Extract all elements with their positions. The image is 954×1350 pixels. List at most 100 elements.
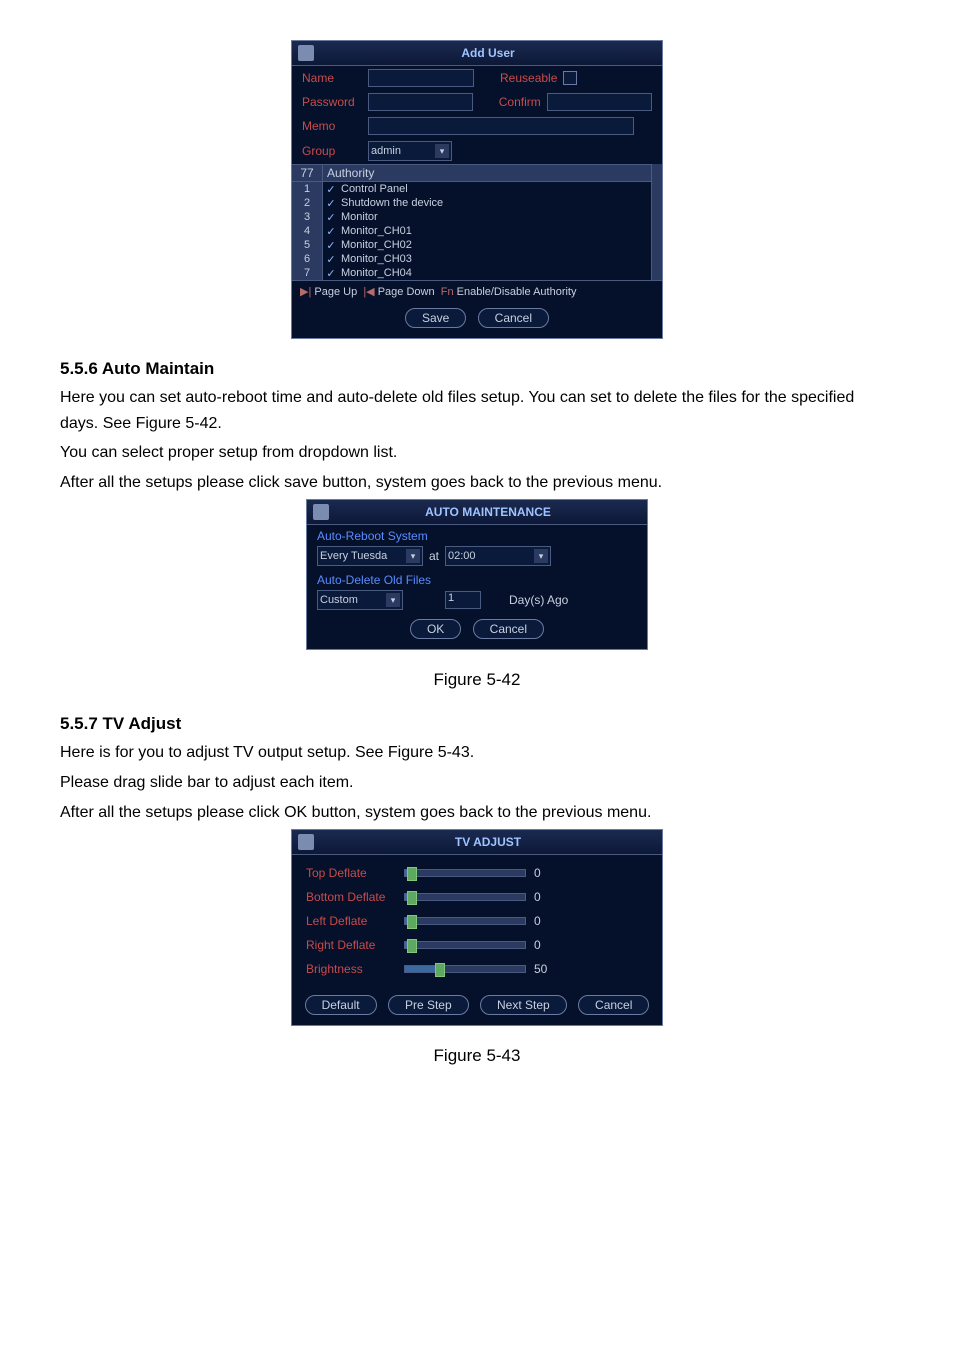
slider-thumb[interactable] xyxy=(407,939,417,953)
check-icon[interactable]: ✓ xyxy=(323,211,339,224)
authority-row[interactable]: 4✓Monitor_CH01 xyxy=(292,224,651,238)
fn-key-icon: Fn xyxy=(441,286,454,298)
auto-maintenance-titlebar: AUTO MAINTENANCE xyxy=(307,500,647,525)
section-557-p3: After all the setups please click OK but… xyxy=(60,800,894,826)
slider-label: Bottom Deflate xyxy=(306,890,396,904)
memo-label: Memo xyxy=(302,119,362,133)
slider-row: Top Deflate 0 xyxy=(292,861,662,885)
section-557-p2: Please drag slide bar to adjust each ite… xyxy=(60,770,894,796)
slider[interactable] xyxy=(404,965,526,973)
auto-reboot-label: Auto-Reboot System xyxy=(307,525,647,543)
reboot-time-value: 02:00 xyxy=(448,550,530,562)
authority-count: 77 xyxy=(292,165,323,181)
authority-row-text: Monitor_CH03 xyxy=(339,252,651,266)
slider-row: Left Deflate0 xyxy=(292,909,662,933)
slider-thumb[interactable] xyxy=(407,891,417,905)
authority-row[interactable]: 5✓Monitor_CH02 xyxy=(292,238,651,252)
authority-row-num: 3 xyxy=(292,210,323,224)
authority-row[interactable]: 7✓Monitor_CH04 xyxy=(292,266,651,280)
authority-row-text: Monitor xyxy=(339,210,651,224)
slider[interactable] xyxy=(404,869,526,877)
figure-5-43-caption: Figure 5-43 xyxy=(60,1046,894,1066)
authority-header-label: Authority xyxy=(323,165,651,181)
save-button[interactable]: Save xyxy=(405,308,466,328)
authority-row[interactable]: 6✓Monitor_CH03 xyxy=(292,252,651,266)
section-556-heading: 5.5.6 Auto Maintain xyxy=(60,359,894,379)
pre-step-button[interactable]: Pre Step xyxy=(388,995,469,1015)
add-user-title: Add User xyxy=(320,46,656,60)
slider-thumb[interactable] xyxy=(435,963,445,977)
slider[interactable] xyxy=(404,941,526,949)
check-icon[interactable]: ✓ xyxy=(323,225,339,238)
add-user-dialog: Add User Name Reuseable Password Confirm… xyxy=(291,40,663,339)
auto-maintenance-dialog: AUTO MAINTENANCE Auto-Reboot System Ever… xyxy=(306,499,648,650)
authority-row-text: Control Panel xyxy=(339,182,651,196)
slider-value: 0 xyxy=(534,866,558,880)
reuseable-checkbox[interactable] xyxy=(563,71,577,85)
tv-adjust-titlebar: TV ADJUST xyxy=(292,830,662,855)
section-557-heading: 5.5.7 TV Adjust xyxy=(60,714,894,734)
check-icon[interactable]: ✓ xyxy=(323,253,339,266)
authority-row-text: Monitor_CH01 xyxy=(339,224,651,238)
default-button[interactable]: Default xyxy=(305,995,377,1015)
slider-thumb[interactable] xyxy=(407,915,417,929)
section-557-p1: Here is for you to adjust TV output setu… xyxy=(60,740,894,766)
tv-icon xyxy=(298,834,314,850)
auto-delete-label: Auto-Delete Old Files xyxy=(307,569,647,587)
authority-row-text: Shutdown the device xyxy=(339,196,651,210)
page-up-label: Page Up xyxy=(314,286,357,298)
slider-label: Top Deflate xyxy=(306,866,396,880)
name-label: Name xyxy=(302,71,362,85)
reuseable-label: Reuseable xyxy=(500,71,557,85)
page-up-key-icon: ▶| xyxy=(300,286,311,298)
authority-row[interactable]: 3✓Monitor xyxy=(292,210,651,224)
group-dropdown[interactable]: admin ▾ xyxy=(368,141,452,161)
reboot-day-dropdown[interactable]: Every Tuesda ▾ xyxy=(317,546,423,566)
authority-row-num: 7 xyxy=(292,266,323,280)
memo-input[interactable] xyxy=(368,117,634,135)
check-icon[interactable]: ✓ xyxy=(323,197,339,210)
authority-row[interactable]: 2✓Shutdown the device xyxy=(292,196,651,210)
user-icon xyxy=(298,45,314,61)
delete-mode-dropdown[interactable]: Custom ▾ xyxy=(317,590,403,610)
slider-row: Brightness 50 xyxy=(292,957,662,981)
slider-value: 0 xyxy=(534,890,558,904)
authority-scrollbar[interactable] xyxy=(651,164,662,280)
check-icon[interactable]: ✓ xyxy=(323,267,339,280)
tv-adjust-dialog: TV ADJUST Top Deflate0Bottom Deflate0Lef… xyxy=(291,829,663,1026)
check-icon[interactable]: ✓ xyxy=(323,183,339,196)
slider-value: 0 xyxy=(534,914,558,928)
confirm-label: Confirm xyxy=(499,95,541,109)
days-input[interactable]: 1 xyxy=(445,591,481,609)
gear-icon xyxy=(313,504,329,520)
slider-label: Brightness xyxy=(306,962,396,976)
ok-button[interactable]: OK xyxy=(410,619,461,639)
check-icon[interactable]: ✓ xyxy=(323,239,339,252)
section-556-p3: After all the setups please click save b… xyxy=(60,470,894,496)
chevron-down-icon: ▾ xyxy=(406,549,420,563)
chevron-down-icon: ▾ xyxy=(386,593,400,607)
authority-row[interactable]: 1✓Control Panel xyxy=(292,182,651,196)
reboot-time-dropdown[interactable]: 02:00 ▾ xyxy=(445,546,551,566)
next-step-button[interactable]: Next Step xyxy=(480,995,567,1015)
slider[interactable] xyxy=(404,893,526,901)
delete-mode-value: Custom xyxy=(320,594,382,606)
authority-row-num: 5 xyxy=(292,238,323,252)
chevron-down-icon: ▾ xyxy=(435,144,449,158)
cancel-button[interactable]: Cancel xyxy=(473,619,544,639)
slider[interactable] xyxy=(404,917,526,925)
days-ago-label: Day(s) Ago xyxy=(509,593,568,607)
cancel-button[interactable]: Cancel xyxy=(578,995,649,1015)
cancel-button[interactable]: Cancel xyxy=(478,308,549,328)
slider-value: 50 xyxy=(534,962,558,976)
password-input[interactable] xyxy=(368,93,473,111)
section-556-p1: Here you can set auto-reboot time and au… xyxy=(60,385,894,436)
slider-thumb[interactable] xyxy=(407,867,417,881)
tv-adjust-title: TV ADJUST xyxy=(320,835,656,849)
slider-label: Right Deflate xyxy=(306,938,396,952)
enable-label: Enable/Disable Authority xyxy=(457,286,577,298)
group-label: Group xyxy=(302,144,362,158)
confirm-input[interactable] xyxy=(547,93,652,111)
name-input[interactable] xyxy=(368,69,474,87)
page-down-label: Page Down xyxy=(378,286,435,298)
